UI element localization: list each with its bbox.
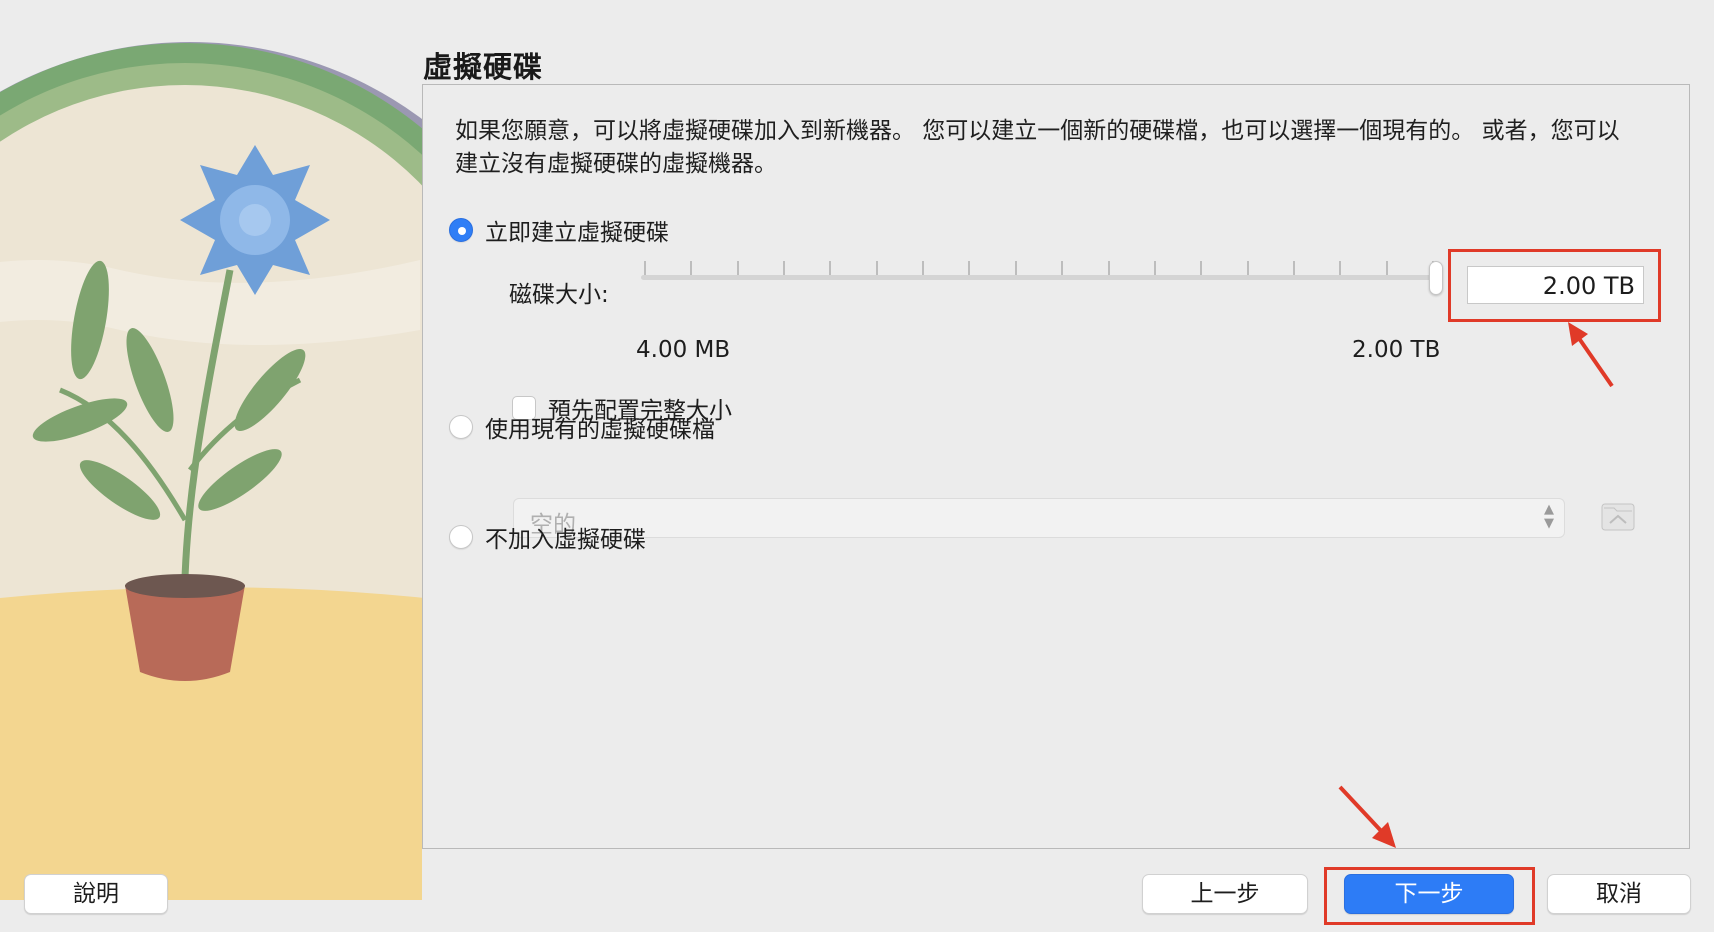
create-disk-option[interactable]: 立即建立虛擬硬碟 xyxy=(449,213,669,247)
slider-tick xyxy=(1153,261,1156,275)
help-button[interactable]: 說明 xyxy=(24,874,168,914)
slider-tick xyxy=(1014,261,1017,275)
slider-tick xyxy=(1061,261,1064,275)
slider-tick xyxy=(783,261,786,275)
use-existing-option[interactable]: 使用現有的虛擬硬碟檔 xyxy=(449,410,715,444)
folder-icon[interactable] xyxy=(1601,499,1635,533)
use-existing-label: 使用現有的虛擬硬碟檔 xyxy=(485,417,715,443)
slider-tick xyxy=(1200,261,1203,275)
existing-disk-select[interactable]: 空的 ▲ ▼ xyxy=(513,498,1565,538)
no-disk-label: 不加入虛擬硬碟 xyxy=(485,527,646,553)
annotation-highlight-size xyxy=(1448,249,1661,322)
chevron-updown-icon: ▲ ▼ xyxy=(1544,502,1554,531)
disk-size-slider[interactable] xyxy=(641,261,1443,297)
no-disk-option[interactable]: 不加入虛擬硬碟 xyxy=(449,520,646,554)
hard-disk-panel: 如果您願意，可以將虛擬硬碟加入到新機器。 您可以建立一個新的硬碟檔，也可以選擇一… xyxy=(422,84,1690,849)
panel-description: 如果您願意，可以將虛擬硬碟加入到新機器。 您可以建立一個新的硬碟檔，也可以選擇一… xyxy=(455,118,1620,177)
slider-track xyxy=(641,275,1443,280)
no-disk-radio[interactable] xyxy=(449,525,473,549)
create-disk-radio[interactable] xyxy=(449,218,473,242)
disk-size-label: 磁碟大小: xyxy=(509,282,609,308)
slider-knob[interactable] xyxy=(1429,261,1443,295)
slider-tick xyxy=(1385,261,1388,275)
annotation-highlight-next xyxy=(1324,867,1535,925)
slider-tick xyxy=(1339,261,1342,275)
slider-max-label: 2.00 TB xyxy=(1352,337,1441,363)
slider-tick xyxy=(968,261,971,275)
slider-tick xyxy=(829,261,832,275)
annotation-arrow-size xyxy=(1568,322,1614,388)
slider-tick xyxy=(875,261,878,275)
slider-tick xyxy=(922,261,925,275)
slider-min-label: 4.00 MB xyxy=(636,337,731,363)
slider-tick xyxy=(644,261,646,275)
slider-tick xyxy=(1246,261,1249,275)
slider-tick xyxy=(736,261,739,275)
back-button[interactable]: 上一步 xyxy=(1142,874,1308,914)
slider-tick xyxy=(1107,261,1110,275)
use-existing-radio[interactable] xyxy=(449,415,473,439)
annotation-arrow-next xyxy=(1338,785,1396,848)
slider-tick xyxy=(1292,261,1295,275)
panel-title: 虛擬硬碟 xyxy=(423,50,544,84)
create-disk-label: 立即建立虛擬硬碟 xyxy=(485,220,669,246)
cancel-button[interactable]: 取消 xyxy=(1547,874,1691,914)
slider-tick xyxy=(690,261,693,275)
